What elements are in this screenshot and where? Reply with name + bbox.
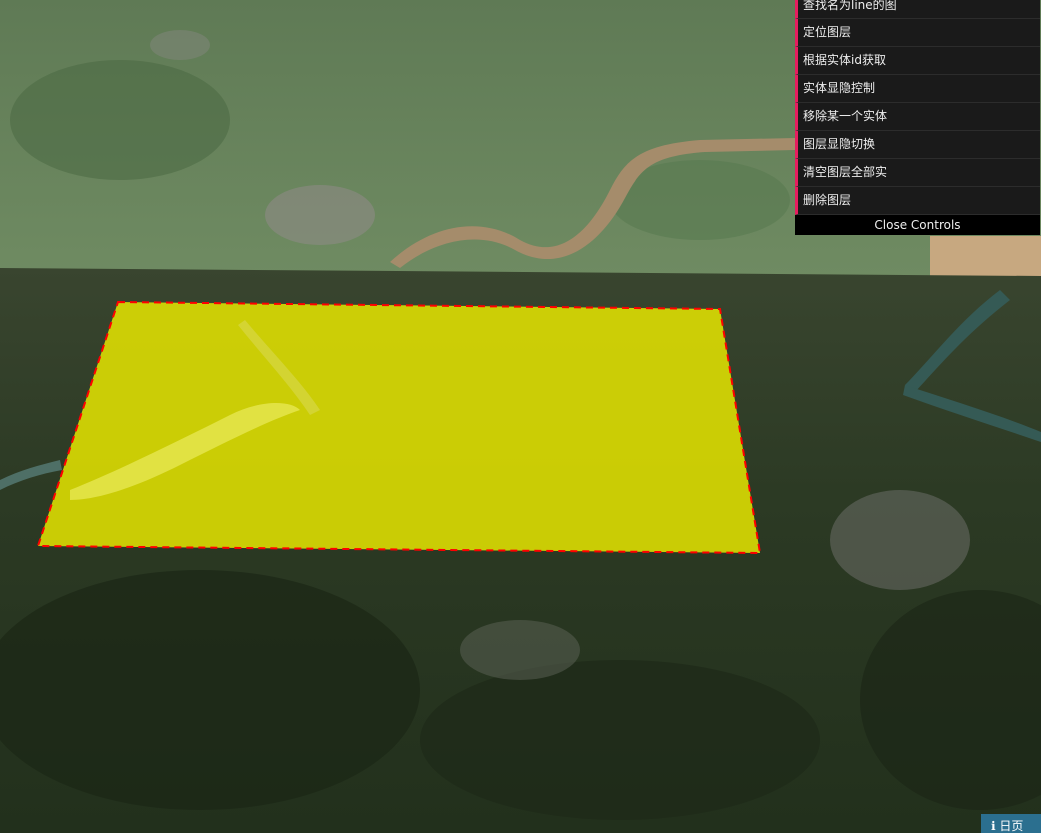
yellow-polygon-entity[interactable]: [36, 300, 762, 555]
control-layer-visibility-toggle[interactable]: 图层显隐切换: [795, 131, 1040, 159]
mountain-shade: [0, 570, 420, 810]
town-patch: [150, 30, 210, 60]
city-patch: [830, 490, 970, 590]
control-delete-layer[interactable]: 删除图层: [795, 187, 1040, 215]
control-clear-layer-entities[interactable]: 清空图层全部实: [795, 159, 1040, 187]
city-patch: [460, 620, 580, 680]
corner-badge[interactable]: ℹ 日页: [981, 814, 1041, 833]
map-viewer[interactable]: 查找名为line的图 定位图层 根据实体id获取 实体显隐控制 移除某一个实体 …: [0, 0, 1041, 833]
mountain-shade: [420, 660, 820, 820]
sandbank: [930, 236, 1041, 276]
control-entity-visibility[interactable]: 实体显隐控制: [795, 75, 1040, 103]
control-locate-layer[interactable]: 定位图层: [795, 19, 1040, 47]
close-controls-button[interactable]: Close Controls: [795, 215, 1040, 235]
farmland-patch: [10, 60, 230, 180]
control-get-entity-by-id[interactable]: 根据实体id获取: [795, 47, 1040, 75]
control-find-line-layer[interactable]: 查找名为line的图: [795, 0, 1040, 19]
controls-panel: 查找名为line的图 定位图层 根据实体id获取 实体显隐控制 移除某一个实体 …: [795, 0, 1040, 235]
town-patch: [265, 185, 375, 245]
control-remove-entity[interactable]: 移除某一个实体: [795, 103, 1040, 131]
